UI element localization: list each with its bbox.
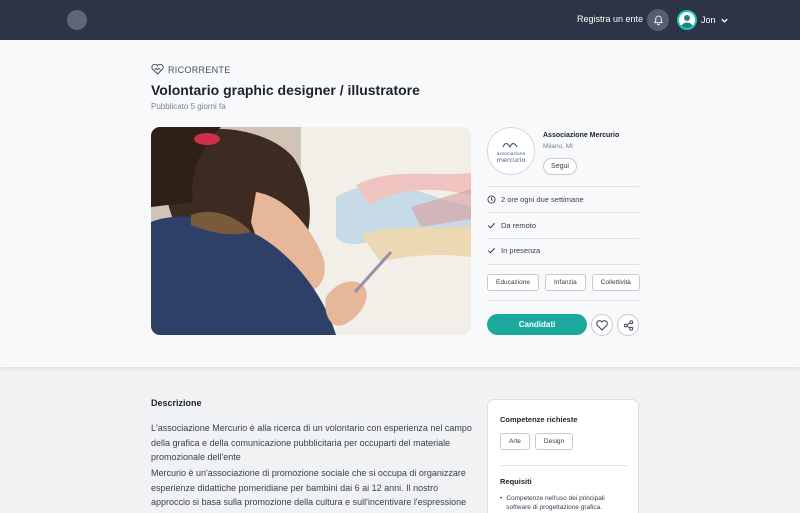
favorite-button[interactable] (591, 314, 613, 336)
tag-collettivita[interactable]: Collettività (591, 274, 640, 291)
divider (500, 465, 628, 466)
category-tags: Educazione Infanzia Collettività (487, 274, 640, 291)
requirement-item: • Competenze nell'uso dei principali sof… (500, 494, 630, 512)
divider (487, 264, 639, 265)
remote-info: Da remoto (487, 221, 536, 230)
description-paragraph: Mercurio è un'associazione di promozione… (151, 468, 467, 513)
remote-text: Da remoto (501, 221, 537, 230)
tag-educazione[interactable]: Educazione (487, 274, 539, 291)
skill-tag-arte[interactable]: Arte (500, 433, 530, 450)
description-heading: Descrizione (151, 398, 202, 408)
apply-button[interactable]: Candidati (487, 314, 587, 335)
chevron-down-icon (720, 18, 728, 23)
app-logo[interactable] (67, 10, 87, 30)
user-menu[interactable]: Jon (677, 9, 729, 31)
register-organization-link[interactable]: Registra un ente (577, 14, 643, 24)
bullet: • (500, 495, 503, 502)
opportunity-header: RICORRENTE Volontario graphic designer /… (0, 40, 800, 367)
schedule-info: 2 ore ogni due settimane (487, 195, 584, 204)
opportunity-photo (151, 127, 471, 335)
divider (487, 186, 639, 187)
share-icon (623, 319, 633, 331)
check-icon (487, 247, 496, 254)
organization-logo-text-bottom: mercurio (496, 156, 525, 164)
organization-logo[interactable]: associazione mercurio (487, 127, 535, 175)
user-name: Jon (701, 15, 716, 25)
organization-city: Milano, MI (543, 143, 573, 150)
in-person-text: In presenza (501, 246, 541, 255)
share-button[interactable] (617, 314, 639, 336)
organization-name[interactable]: Associazione Mercurio (543, 132, 619, 139)
heart-icon (596, 319, 608, 331)
skills-title: Competenze richieste (500, 415, 578, 424)
recurring-badge-label: RICORRENTE (168, 64, 231, 75)
published-date: Pubblicato 5 giorni fa (151, 102, 226, 111)
description-paragraph: L'associazione Mercurio è alla ricerca d… (151, 423, 472, 462)
organization-logo-mark: associazione mercurio (496, 142, 526, 164)
divider (487, 212, 639, 213)
divider (487, 300, 639, 301)
requirements-title: Requisiti (500, 477, 532, 486)
in-person-info: In presenza (487, 246, 540, 255)
requirement-text: Competenze nell'uso dei principali softw… (506, 495, 605, 511)
recurring-heart-icon (151, 64, 164, 75)
skill-tag-design[interactable]: Design (534, 433, 574, 450)
clock-icon (487, 195, 496, 204)
follow-button[interactable]: Segui (543, 158, 577, 175)
skill-tags: Arte Design (500, 433, 574, 450)
requirements-card: Competenze richieste Arte Design Requisi… (487, 399, 639, 513)
check-icon (487, 222, 496, 229)
recurring-badge: RICORRENTE (151, 64, 231, 75)
bell-icon (653, 15, 663, 25)
schedule-text: 2 ore ogni due settimane (501, 195, 584, 204)
page-title: Volontario graphic designer / illustrato… (151, 82, 420, 98)
notifications-button[interactable] (647, 9, 669, 31)
divider (487, 238, 639, 239)
tag-infanzia[interactable]: Infanzia (544, 274, 586, 291)
avatar (677, 10, 697, 30)
top-navbar: Registra un ente Jon (0, 0, 800, 40)
